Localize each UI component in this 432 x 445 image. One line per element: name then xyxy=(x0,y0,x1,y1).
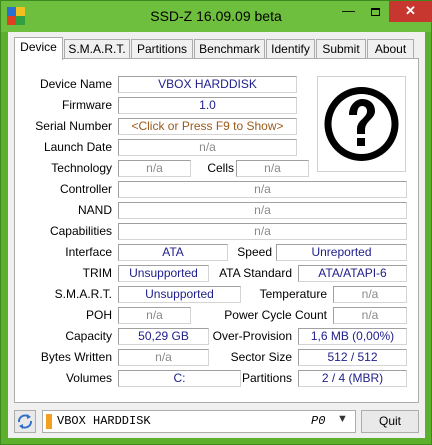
serial-value[interactable]: <Click or Press F9 to Show> xyxy=(118,118,297,135)
quit-button[interactable]: Quit xyxy=(361,410,419,433)
nand-label: NAND xyxy=(77,203,112,217)
sector-size-value: 512 / 512 xyxy=(298,349,407,366)
nand-value: n/a xyxy=(118,202,407,219)
speed-value: Unreported xyxy=(276,244,407,261)
cells-value: n/a xyxy=(236,160,309,177)
tab-benchmark[interactable]: Benchmark xyxy=(194,39,265,59)
refresh-button[interactable] xyxy=(14,410,36,433)
bytes-written-value: n/a xyxy=(118,349,209,366)
speed-label: Speed xyxy=(237,245,272,259)
minimize-button[interactable]: — xyxy=(335,1,362,22)
smart-label: S.M.A.R.T. xyxy=(54,287,112,301)
cells-label: Cells xyxy=(207,161,234,175)
smart-value: Unsupported xyxy=(118,286,241,303)
temperature-label: Temperature xyxy=(259,287,327,301)
tab-submit[interactable]: Submit xyxy=(316,39,366,59)
maximize-button[interactable] xyxy=(362,1,389,22)
minimize-icon: — xyxy=(342,3,355,18)
refresh-icon xyxy=(18,414,32,429)
capacity-label: Capacity xyxy=(65,329,112,343)
close-button[interactable]: ✕ xyxy=(389,1,432,22)
poh-value: n/a xyxy=(118,307,191,324)
interface-label: Interface xyxy=(65,245,112,259)
device-panel: Device Name VBOX HARDDISK Firmware 1.0 S… xyxy=(14,58,419,403)
device-name-value: VBOX HARDDISK xyxy=(118,76,297,93)
technology-label: Technology xyxy=(51,161,112,175)
power-cycle-value: n/a xyxy=(333,307,407,324)
interface-value: ATA xyxy=(118,244,228,261)
drive-name: VBOX HARDDISK xyxy=(57,414,151,428)
ata-standard-label: ATA Standard xyxy=(219,266,292,280)
controller-label: Controller xyxy=(59,182,112,196)
partitions-value: 2 / 4 (MBR) xyxy=(298,370,407,387)
technology-value: n/a xyxy=(118,160,191,177)
device-logo xyxy=(317,76,406,172)
drive-select[interactable]: VBOX HARDDISK P0 ▼ xyxy=(42,410,356,433)
tab-device[interactable]: Device xyxy=(14,37,63,60)
client-area: Device S.M.A.R.T. Partitions Benchmark I… xyxy=(8,32,425,438)
trim-label: TRIM xyxy=(82,266,112,280)
firmware-label: Firmware xyxy=(62,98,112,112)
tab-partitions[interactable]: Partitions xyxy=(131,39,193,59)
maximize-icon xyxy=(371,7,380,16)
ata-standard-value: ATA/ATAPI-6 xyxy=(298,265,407,282)
serial-label: Serial Number xyxy=(35,119,112,133)
poh-label: POH xyxy=(85,308,112,322)
chevron-down-icon[interactable]: ▼ xyxy=(337,413,348,425)
power-cycle-label: Power Cycle Count xyxy=(224,308,327,322)
sector-size-label: Sector Size xyxy=(230,350,292,364)
tab-smart[interactable]: S.M.A.R.T. xyxy=(64,39,130,59)
over-provision-label: Over-Provision xyxy=(212,329,292,343)
bytes-written-label: Bytes Written xyxy=(40,350,112,364)
launch-date-label: Launch Date xyxy=(43,140,112,154)
over-provision-value: 1,6 MB (0,00%) xyxy=(298,328,407,345)
title-bar[interactable]: SSD-Z 16.09.09 beta — ✕ xyxy=(1,1,432,32)
tab-about[interactable]: About xyxy=(367,39,414,59)
capabilities-value: n/a xyxy=(118,223,407,240)
capabilities-label: Capabilities xyxy=(49,224,112,238)
launch-date-value: n/a xyxy=(118,139,297,156)
firmware-value: 1.0 xyxy=(118,97,297,114)
drive-port: P0 xyxy=(311,414,326,428)
volumes-value: C: xyxy=(118,370,241,387)
question-mark-icon xyxy=(324,87,399,161)
device-name-label: Device Name xyxy=(39,77,112,91)
trim-value: Unsupported xyxy=(118,265,209,282)
close-icon: ✕ xyxy=(405,3,416,18)
temperature-value: n/a xyxy=(333,286,407,303)
app-window: SSD-Z 16.09.09 beta — ✕ Device S.M.A.R.T… xyxy=(0,0,432,445)
volumes-label: Volumes xyxy=(65,371,112,385)
controller-value: n/a xyxy=(118,181,407,198)
capacity-value: 50,29 GB xyxy=(118,328,209,345)
tab-identify[interactable]: Identify xyxy=(266,39,315,59)
partitions-label: Partitions xyxy=(241,371,292,385)
drive-color-swatch xyxy=(46,414,52,429)
